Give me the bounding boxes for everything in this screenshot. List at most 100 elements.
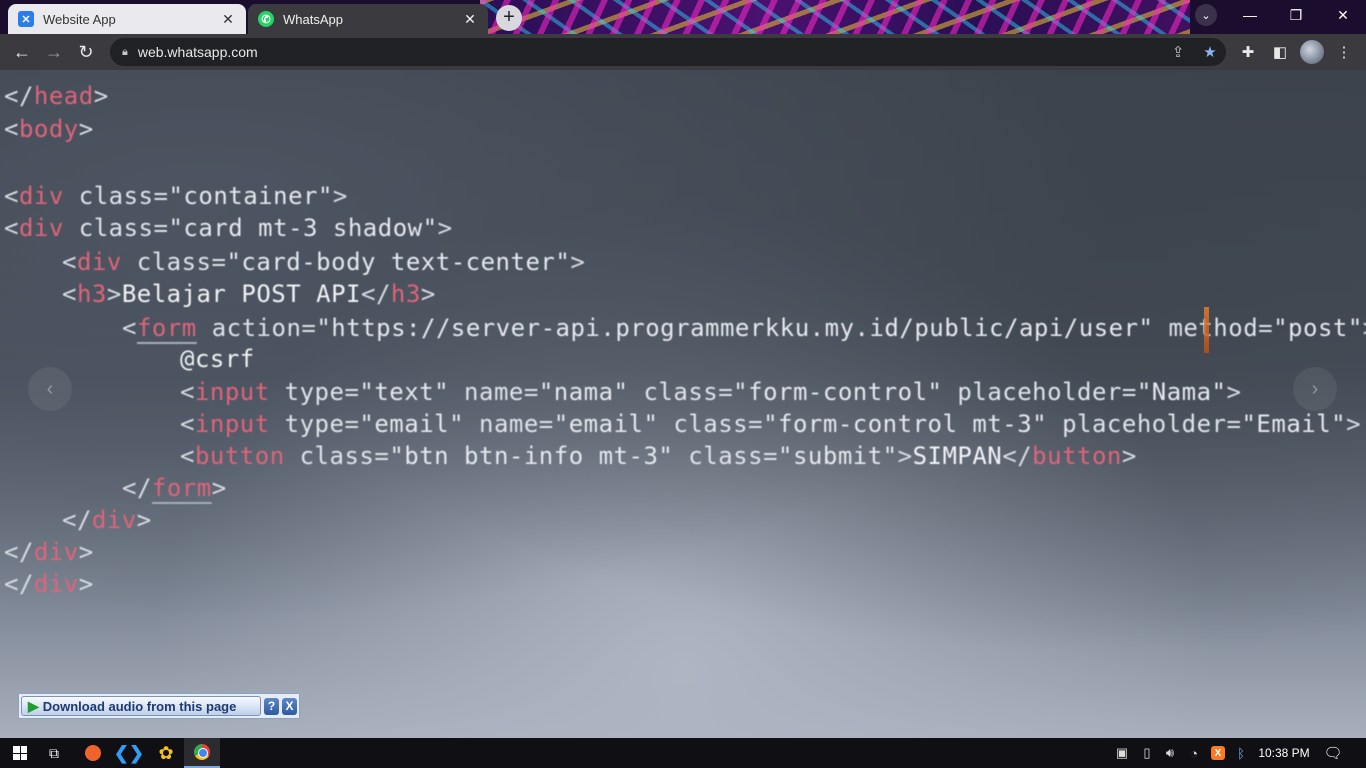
windows-logo-icon <box>13 746 27 760</box>
profile-avatar[interactable] <box>1300 40 1324 64</box>
code-token: "email" <box>553 410 659 438</box>
code-line: </form> <box>122 474 227 502</box>
play-icon: ▶ <box>28 697 39 714</box>
code-token: "card-body text-center" <box>226 248 571 276</box>
code-token: "submit" <box>778 442 898 470</box>
close-button[interactable]: X <box>282 697 297 715</box>
download-audio-bar: ▶ Download audio from this page ? X <box>18 693 300 719</box>
back-button[interactable]: ← <box>6 36 38 68</box>
code-token: < <box>62 248 77 276</box>
code-token: < <box>180 410 195 438</box>
code-token: > <box>136 506 152 534</box>
code-line: </div> <box>4 538 94 566</box>
help-button[interactable]: ? <box>264 697 279 715</box>
forward-button[interactable]: → <box>38 36 70 68</box>
taskbar-app-yellow[interactable]: ✿ <box>148 738 184 768</box>
minimize-button[interactable]: — <box>1227 0 1273 30</box>
code-token: </ <box>4 82 34 110</box>
address-bar[interactable]: 🔒︎ web.whatsapp.com ⇪ ★ <box>110 38 1226 66</box>
code-token: form <box>136 314 197 342</box>
next-media-button[interactable]: › <box>1293 367 1337 411</box>
taskbar-chrome[interactable] <box>184 738 220 768</box>
code-token: @csrf <box>180 345 255 373</box>
code-line: <input type="email" name="email" class="… <box>180 410 1361 438</box>
code-token: "form-control mt-3" <box>763 410 1048 438</box>
code-token: < <box>180 442 195 470</box>
close-icon[interactable]: ✕ <box>220 11 236 27</box>
code-token: "https://server-api.programmerkku.my.id/… <box>316 314 1154 342</box>
code-token: > <box>211 474 227 502</box>
task-view-button[interactable]: ⧉ <box>36 738 72 768</box>
code-token: name= <box>464 410 554 438</box>
code-token: action= <box>196 314 317 342</box>
code-token: "Email" <box>1241 410 1347 438</box>
previous-media-button[interactable]: ‹ <box>28 367 72 411</box>
url-text[interactable]: web.whatsapp.com <box>138 44 1162 60</box>
code-token: > <box>1346 410 1362 438</box>
code-token: button <box>194 442 285 470</box>
taskbar-app-orange[interactable] <box>75 738 111 768</box>
windows-taskbar: ⧉ ❮❯ ✿ ▣ ▯ 🔊︎ ◔ X ᛒ 10:38 PM 🗨︎ <box>0 738 1366 768</box>
browser-title-bar: ✕ Website App ✕ ✆ WhatsApp ✕ + ⌄ — ❐ ✕ <box>0 0 1366 34</box>
new-tab-button[interactable]: + <box>496 5 522 31</box>
code-token: "form-control" <box>733 378 943 406</box>
code-token: > <box>570 248 586 276</box>
whatsapp-media-viewer: </head> <body> <div class="container"> <div… <box>0 70 1366 738</box>
close-icon[interactable]: ✕ <box>462 11 478 27</box>
code-token: "text" <box>359 378 450 406</box>
code-token: > <box>78 115 94 143</box>
code-line: <input type="text" name="nama" class="fo… <box>180 378 1241 406</box>
extensions-puzzle-icon[interactable]: ✚ <box>1236 40 1260 64</box>
notification-icon[interactable]: 🗨︎ <box>1318 738 1348 768</box>
close-window-button[interactable]: ✕ <box>1320 0 1366 30</box>
code-line: <button class="btn btn-info mt-3" class=… <box>180 442 1137 470</box>
code-token: class= <box>658 410 764 438</box>
tab-title: Website App <box>43 11 116 27</box>
reload-button[interactable]: ↻ <box>70 36 102 68</box>
browser-toolbar: ← → ↻ 🔒︎ web.whatsapp.com ⇪ ★ ✚ ◧ ⋮ <box>0 34 1366 70</box>
code-line: <div class="card-body text-center"> <box>62 248 585 276</box>
code-token: body <box>18 115 79 143</box>
code-token: class= <box>284 442 390 470</box>
download-audio-button[interactable]: ▶ Download audio from this page <box>21 696 261 716</box>
task-view-icon: ⧉ <box>49 744 59 761</box>
network-icon[interactable]: ▣ <box>1112 738 1132 768</box>
tab-website-app[interactable]: ✕ Website App ✕ <box>8 4 246 34</box>
code-line: <div class="container"> <box>4 182 348 210</box>
usb-icon[interactable]: ▯ <box>1137 738 1157 768</box>
taskbar-vscode[interactable]: ❮❯ <box>111 738 147 768</box>
tab-search-button[interactable]: ⌄ <box>1186 0 1226 30</box>
code-token: type= <box>269 378 360 406</box>
xampp-tray[interactable]: X <box>1208 738 1228 768</box>
taskbar-clock[interactable]: 10:38 PM <box>1256 738 1312 768</box>
code-token: SIMPAN <box>912 442 1003 470</box>
code-token: "card mt-3 shadow" <box>168 214 438 242</box>
code-token: class= <box>121 248 227 276</box>
kebab-menu-icon[interactable]: ⋮ <box>1332 40 1356 64</box>
code-line: </head> <box>4 82 109 110</box>
code-token: "container" <box>168 182 333 210</box>
code-token: div <box>76 248 122 276</box>
volume-icon[interactable]: 🔊︎ <box>1160 738 1180 768</box>
start-button[interactable] <box>2 738 38 768</box>
code-token: method= <box>1153 314 1274 342</box>
share-icon[interactable]: ⇪ <box>1162 43 1194 61</box>
orange-app-icon <box>85 745 101 761</box>
text-cursor-mark <box>1204 307 1209 353</box>
code-token: head <box>33 82 94 110</box>
code-token: type= <box>269 410 360 438</box>
arrow-right-icon: → <box>45 41 63 62</box>
code-token: h3 <box>390 280 421 308</box>
code-token: placeholder= <box>1047 410 1242 438</box>
whatsapp-icon: ✆ <box>258 11 274 27</box>
side-panel-icon[interactable]: ◧ <box>1268 40 1292 64</box>
bluetooth-icon[interactable]: ᛒ <box>1231 738 1251 768</box>
bookmark-star-icon[interactable]: ★ <box>1194 43 1226 61</box>
wifi-icon[interactable]: ◔ <box>1184 738 1204 768</box>
code-token: placeholder= <box>942 378 1137 406</box>
restore-button[interactable]: ❐ <box>1273 0 1319 30</box>
xampp-icon: X <box>1211 746 1225 760</box>
tab-whatsapp[interactable]: ✆ WhatsApp ✕ <box>248 4 488 34</box>
code-token: </ <box>4 570 34 598</box>
code-token: class= <box>63 214 169 242</box>
